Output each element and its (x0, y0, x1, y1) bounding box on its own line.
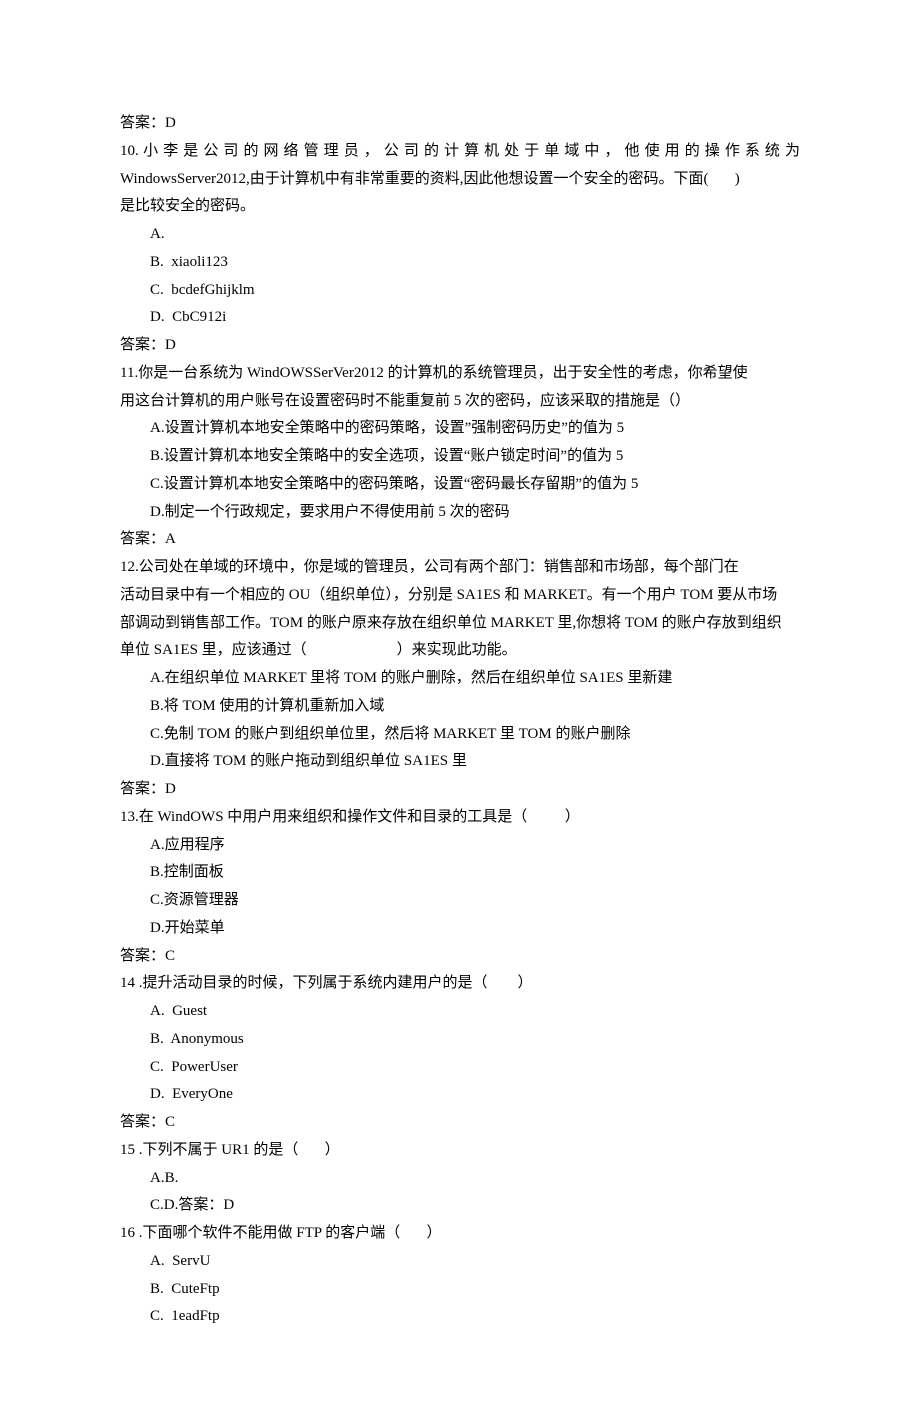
q14-option-b: B. Anonymous (120, 1026, 800, 1054)
answer-12: 答案：D (120, 776, 800, 804)
q13-stem-1: 13.在 WindOWS 中用户用来组织和操作文件和目录的工具是（ ） (120, 804, 800, 832)
q14-option-c: C. PowerUser (120, 1054, 800, 1082)
answer-9: 答案：D (120, 110, 800, 138)
q12-stem-3: 部调动到销售部工作。TOM 的账户原来存放在组织单位 MARKET 里,你想将 … (120, 610, 800, 638)
document-page: 答案：D 10. 小 李 是 公 司 的 网 络 管 理 员 ， 公 司 的 计… (0, 0, 920, 1411)
q12-option-a: A.在组织单位 MARKET 里将 TOM 的账户删除，然后在组织单位 SA1E… (120, 665, 800, 693)
q12-option-d: D.直接将 TOM 的账户拖动到组织单位 SA1ES 里 (120, 748, 800, 776)
q11-option-c: C.设置计算机本地安全策略中的密码策略，设置“密码最长存留期”的值为 5 (120, 471, 800, 499)
q15-stem-1: 15 .下列不属于 UR1 的是（ ） (120, 1137, 800, 1165)
q16-option-b: B. CuteFtp (120, 1276, 800, 1304)
q15-option-cd-answer: C.D.答案：D (120, 1192, 800, 1220)
q12-stem-1: 12.公司处在单域的环境中，你是域的管理员，公司有两个部门：销售部和市场部，每个… (120, 554, 800, 582)
q13-option-b: B.控制面板 (120, 859, 800, 887)
q10-option-c: C. bcdefGhijklm (120, 277, 800, 305)
q11-option-b: B.设置计算机本地安全策略中的安全选项，设置“账户锁定时间”的值为 5 (120, 443, 800, 471)
answer-13: 答案：C (120, 943, 800, 971)
q10-stem-1: 10. 小 李 是 公 司 的 网 络 管 理 员 ， 公 司 的 计 算 机 … (120, 138, 800, 166)
q10-option-b: B. xiaoli123 (120, 249, 800, 277)
q11-stem-1: 11.你是一台系统为 WindOWSSerVer2012 的计算机的系统管理员，… (120, 360, 800, 388)
answer-10: 答案：D (120, 332, 800, 360)
q16-stem-1: 16 .下面哪个软件不能用做 FTP 的客户端（ ） (120, 1220, 800, 1248)
q11-option-a: A.设置计算机本地安全策略中的密码策略，设置”强制密码历史”的值为 5 (120, 415, 800, 443)
q11-option-d: D.制定一个行政规定，要求用户不得使用前 5 次的密码 (120, 499, 800, 527)
q12-stem-2: 活动目录中有一个相应的 OU（组织单位），分别是 SA1ES 和 MARKET。… (120, 582, 800, 610)
q11-stem-2: 用这台计算机的用户账号在设置密码时不能重复前 5 次的密码，应该采取的措施是（） (120, 388, 800, 416)
q12-option-b: B.将 TOM 使用的计算机重新加入域 (120, 693, 800, 721)
q16-option-a: A. ServU (120, 1248, 800, 1276)
answer-14: 答案：C (120, 1109, 800, 1137)
q14-option-a: A. Guest (120, 998, 800, 1026)
q13-option-c: C.资源管理器 (120, 887, 800, 915)
q10-stem-3: 是比较安全的密码。 (120, 193, 800, 221)
q10-option-a: A. (120, 221, 800, 249)
q12-stem-4: 单位 SA1ES 里，应该通过（ ）来实现此功能。 (120, 637, 800, 665)
q16-option-c: C. 1eadFtp (120, 1303, 800, 1331)
q10-stem-2: WindowsServer2012,由于计算机中有非常重要的资料,因此他想设置一… (120, 166, 800, 194)
q14-option-d: D. EveryOne (120, 1081, 800, 1109)
q12-option-c: C.免制 TOM 的账户到组织单位里，然后将 MARKET 里 TOM 的账户删… (120, 721, 800, 749)
q10-option-d: D. CbC912i (120, 304, 800, 332)
answer-11: 答案：A (120, 526, 800, 554)
q15-option-ab: A.B. (120, 1165, 800, 1193)
q13-option-d: D.开始菜单 (120, 915, 800, 943)
q13-option-a: A.应用程序 (120, 832, 800, 860)
q14-stem-1: 14 .提升活动目录的时候，下列属于系统内建用户的是（ ） (120, 970, 800, 998)
